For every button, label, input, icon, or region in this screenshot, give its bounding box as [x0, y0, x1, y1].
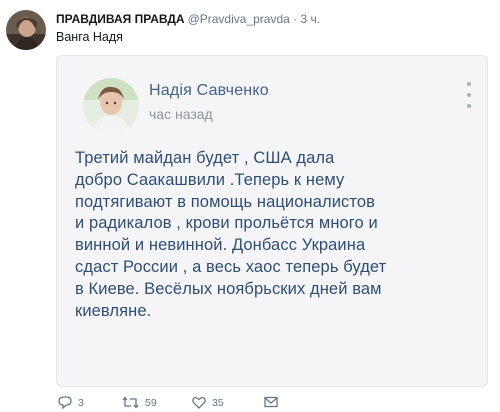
heart-icon — [192, 396, 206, 409]
direct-message-button[interactable] — [264, 396, 278, 408]
reply-count: 3 — [78, 396, 84, 409]
card-timestamp: час назад — [149, 106, 213, 122]
card-text-line: киевляне. — [75, 301, 152, 320]
author-handle[interactable]: @Pravdiva_pravda · 3 ч. — [188, 12, 321, 26]
card-text-line: подтягивают в помощь националистов — [75, 192, 375, 211]
tweet: ПРАВДИВАЯ ПРАВДА @Pravdiva_pravda · 3 ч. … — [0, 0, 500, 412]
card-text-line: в Киеве. Весёлых ноябрьских дней вам — [75, 279, 382, 298]
like-button[interactable]: 35 — [192, 396, 224, 409]
card-author-name: Надія Савченко — [149, 82, 269, 99]
tweet-header: ПРАВДИВАЯ ПРАВДА @Pravdiva_pravda · 3 ч. — [56, 12, 320, 26]
attached-image[interactable]: Надія Савченко час назад Третий майдан б… — [56, 55, 488, 387]
card-text-line: винной и невинной. Донбасс Украина — [75, 236, 366, 255]
card-text-line: сдаст России , а весь хаос теперь будет — [75, 257, 387, 276]
retweet-button[interactable]: 59 — [122, 396, 157, 409]
like-count: 35 — [212, 396, 224, 409]
more-vertical-icon — [465, 82, 473, 108]
author-name[interactable]: ПРАВДИВАЯ ПРАВДА — [56, 12, 185, 26]
retweet-icon — [122, 396, 139, 409]
reply-button[interactable]: 3 — [58, 396, 84, 409]
reply-icon — [58, 396, 72, 409]
retweet-count: 59 — [145, 396, 157, 409]
card-avatar — [83, 78, 139, 134]
card-text-line: добро Саакашвили .Теперь к нему — [75, 170, 345, 189]
card-text-line: и радикалов , крови прольётся много и — [75, 214, 378, 233]
card-text-line: Третий майдан будет , США дала — [75, 149, 335, 167]
envelope-icon — [264, 396, 278, 408]
card-post-text: Третий майдан будет , США дала добро Саа… — [75, 148, 483, 322]
author-avatar[interactable] — [6, 10, 46, 50]
tweet-text: Ванга Надя — [56, 30, 123, 44]
